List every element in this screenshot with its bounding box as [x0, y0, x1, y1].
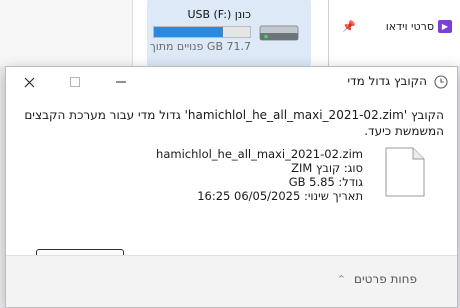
minimize-button[interactable]	[98, 67, 144, 97]
file-icon	[385, 147, 425, 197]
maximize-button[interactable]	[52, 67, 98, 97]
pane-divider	[328, 0, 329, 66]
fewer-details-toggle[interactable]: פחות פרטים ⌃	[337, 272, 417, 286]
file-modified: תאריך שינוי: 06/05/2025 16:25	[197, 189, 363, 203]
fewer-details-label: פחות פרטים	[354, 272, 417, 286]
clock-icon	[434, 75, 448, 89]
close-icon	[24, 77, 34, 87]
explorer-left-pane	[0, 0, 133, 66]
dialog-titlebar: הקובץ גדול מדי	[6, 67, 457, 97]
dialog-content: הקובץ 'hamichlol_he_all_maxi_2021-02.zim…	[6, 97, 457, 271]
file-size: גודל: 5.85 GB	[288, 175, 363, 189]
quick-access-label: סרטי וידאו	[385, 20, 434, 33]
usb-drive-icon	[259, 25, 299, 41]
file-name: hamichlol_he_all_maxi_2021-02.zim	[156, 147, 363, 161]
pin-icon[interactable]: 📌	[342, 20, 356, 33]
explorer-window: USB (F:) כונן 71.7 GB פנויים מתוך 📌 סרטי…	[0, 0, 460, 66]
videos-folder-icon: ▶	[438, 20, 452, 33]
dialog-footer: פחות פרטים ⌃	[6, 256, 457, 307]
drive-usage-bar	[153, 26, 251, 38]
dialog-title: הקובץ גדול מדי	[347, 74, 427, 88]
maximize-icon	[70, 77, 80, 87]
close-button[interactable]	[6, 67, 52, 97]
file-type: סוג: קובץ ZIM	[291, 161, 363, 175]
minimize-icon	[116, 81, 126, 83]
file-too-large-dialog: הקובץ גדול מדי הקובץ 'hamichlol_he_all_m…	[5, 66, 458, 308]
chevron-up-icon: ⌃	[336, 273, 346, 286]
file-details: hamichlol_he_all_maxi_2021-02.zim סוג: ק…	[156, 147, 363, 203]
error-message: הקובץ 'hamichlol_he_all_maxi_2021-02.zim…	[24, 108, 444, 138]
usb-drive-tile[interactable]: USB (F:) כונן 71.7 GB פנויים מתוך	[147, 0, 311, 66]
quick-access-item-videos[interactable]: 📌 סרטי וידאו ▶	[342, 18, 452, 36]
drive-name: USB (F:) כונן	[187, 8, 251, 21]
drive-free-space: 71.7 GB פנויים מתוך	[149, 40, 251, 53]
